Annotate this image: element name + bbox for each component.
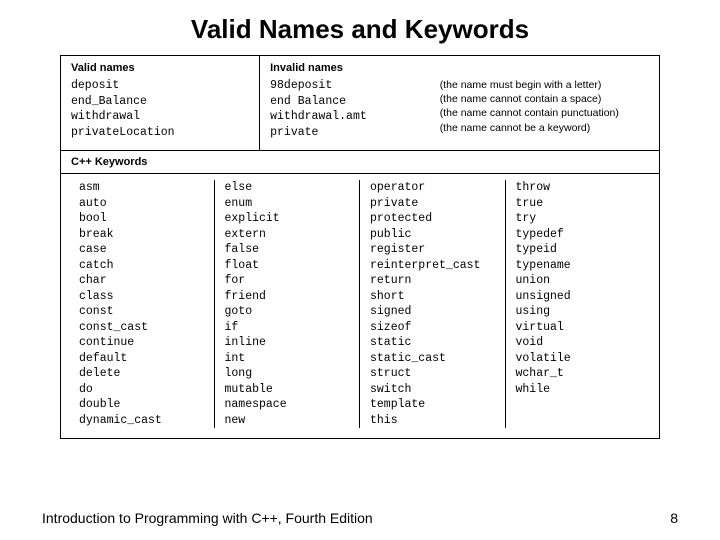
keyword-item: continue bbox=[79, 335, 204, 351]
slide-title: Valid Names and Keywords bbox=[0, 0, 720, 55]
keyword-item: operator bbox=[370, 180, 495, 196]
keyword-item: throw bbox=[516, 180, 642, 196]
keyword-item: if bbox=[225, 320, 350, 336]
keyword-item: short bbox=[370, 289, 495, 305]
valid-names-cell: Valid names deposit end_Balance withdraw… bbox=[61, 56, 260, 150]
valid-item: end_Balance bbox=[71, 94, 249, 110]
invalid-names-cell: Invalid names 98deposit end Balance with… bbox=[260, 56, 659, 150]
keyword-item: do bbox=[79, 382, 204, 398]
keywords-grid: asmautoboolbreakcasecatchcharclassconstc… bbox=[61, 174, 659, 438]
keyword-item: enum bbox=[225, 196, 350, 212]
keyword-item: typename bbox=[516, 258, 642, 274]
keyword-item: asm bbox=[79, 180, 204, 196]
keyword-item: volatile bbox=[516, 351, 642, 367]
valid-item: withdrawal bbox=[71, 109, 249, 125]
keyword-item: void bbox=[516, 335, 642, 351]
keyword-item: signed bbox=[370, 304, 495, 320]
invalid-reason: (the name cannot contain punctuation) bbox=[440, 106, 649, 120]
keyword-item: while bbox=[516, 382, 642, 398]
keyword-item: class bbox=[79, 289, 204, 305]
valid-heading: Valid names bbox=[71, 62, 249, 74]
keyword-item: template bbox=[370, 397, 495, 413]
keyword-item: register bbox=[370, 242, 495, 258]
keyword-item: protected bbox=[370, 211, 495, 227]
keywords-col-2: elseenumexplicitexternfalsefloatforfrien… bbox=[215, 180, 361, 428]
keyword-item: const bbox=[79, 304, 204, 320]
keyword-item: virtual bbox=[516, 320, 642, 336]
keyword-item: true bbox=[516, 196, 642, 212]
keyword-item: reinterpret_cast bbox=[370, 258, 495, 274]
keyword-item: goto bbox=[225, 304, 350, 320]
keyword-item: using bbox=[516, 304, 642, 320]
keyword-item: extern bbox=[225, 227, 350, 243]
invalid-item: 98deposit bbox=[270, 78, 422, 94]
keyword-item: static_cast bbox=[370, 351, 495, 367]
keyword-item: new bbox=[225, 413, 350, 429]
keyword-item: this bbox=[370, 413, 495, 429]
keyword-item: explicit bbox=[225, 211, 350, 227]
keyword-item: typedef bbox=[516, 227, 642, 243]
keyword-item: long bbox=[225, 366, 350, 382]
keyword-item: char bbox=[79, 273, 204, 289]
keyword-item: sizeof bbox=[370, 320, 495, 336]
keywords-col-1: asmautoboolbreakcasecatchcharclassconstc… bbox=[69, 180, 215, 428]
keyword-item: default bbox=[79, 351, 204, 367]
invalid-item: end Balance bbox=[270, 94, 422, 110]
keyword-item: catch bbox=[79, 258, 204, 274]
names-section: Valid names deposit end_Balance withdraw… bbox=[61, 56, 659, 150]
keyword-item: delete bbox=[79, 366, 204, 382]
keyword-item: auto bbox=[79, 196, 204, 212]
keyword-item: false bbox=[225, 242, 350, 258]
keyword-item: friend bbox=[225, 289, 350, 305]
footer: Introduction to Programming with C++, Fo… bbox=[42, 510, 678, 526]
invalid-reason: (the name must begin with a letter) bbox=[440, 78, 649, 92]
keyword-item: break bbox=[79, 227, 204, 243]
keyword-item: const_cast bbox=[79, 320, 204, 336]
page-number: 8 bbox=[670, 510, 678, 526]
keywords-heading: C++ Keywords bbox=[61, 150, 659, 174]
keyword-item: bool bbox=[79, 211, 204, 227]
invalid-heading: Invalid names bbox=[270, 62, 422, 74]
keyword-item: private bbox=[370, 196, 495, 212]
keyword-item: else bbox=[225, 180, 350, 196]
keyword-item: mutable bbox=[225, 382, 350, 398]
invalid-reason: (the name cannot contain a space) bbox=[440, 92, 649, 106]
keyword-item: namespace bbox=[225, 397, 350, 413]
keyword-item: static bbox=[370, 335, 495, 351]
invalid-item: private bbox=[270, 125, 422, 141]
keyword-item: struct bbox=[370, 366, 495, 382]
keyword-item: typeid bbox=[516, 242, 642, 258]
keyword-item: unsigned bbox=[516, 289, 642, 305]
keywords-col-4: throwtruetrytypedeftypeidtypenameunionun… bbox=[506, 180, 652, 428]
keyword-item: float bbox=[225, 258, 350, 274]
invalid-reason: (the name cannot be a keyword) bbox=[440, 121, 649, 135]
keyword-item: for bbox=[225, 273, 350, 289]
keyword-item: switch bbox=[370, 382, 495, 398]
keyword-item: inline bbox=[225, 335, 350, 351]
keyword-item: return bbox=[370, 273, 495, 289]
keyword-item: wchar_t bbox=[516, 366, 642, 382]
footer-text: Introduction to Programming with C++, Fo… bbox=[42, 510, 373, 526]
keyword-item: union bbox=[516, 273, 642, 289]
invalid-item: withdrawal.amt bbox=[270, 109, 422, 125]
keyword-item: dynamic_cast bbox=[79, 413, 204, 429]
valid-item: privateLocation bbox=[71, 125, 249, 141]
keyword-item: case bbox=[79, 242, 204, 258]
keyword-item: public bbox=[370, 227, 495, 243]
content-frame: Valid names deposit end_Balance withdraw… bbox=[60, 55, 660, 439]
keywords-col-3: operatorprivateprotectedpublicregisterre… bbox=[360, 180, 506, 428]
valid-item: deposit bbox=[71, 78, 249, 94]
keyword-item: int bbox=[225, 351, 350, 367]
keyword-item: try bbox=[516, 211, 642, 227]
keyword-item: double bbox=[79, 397, 204, 413]
